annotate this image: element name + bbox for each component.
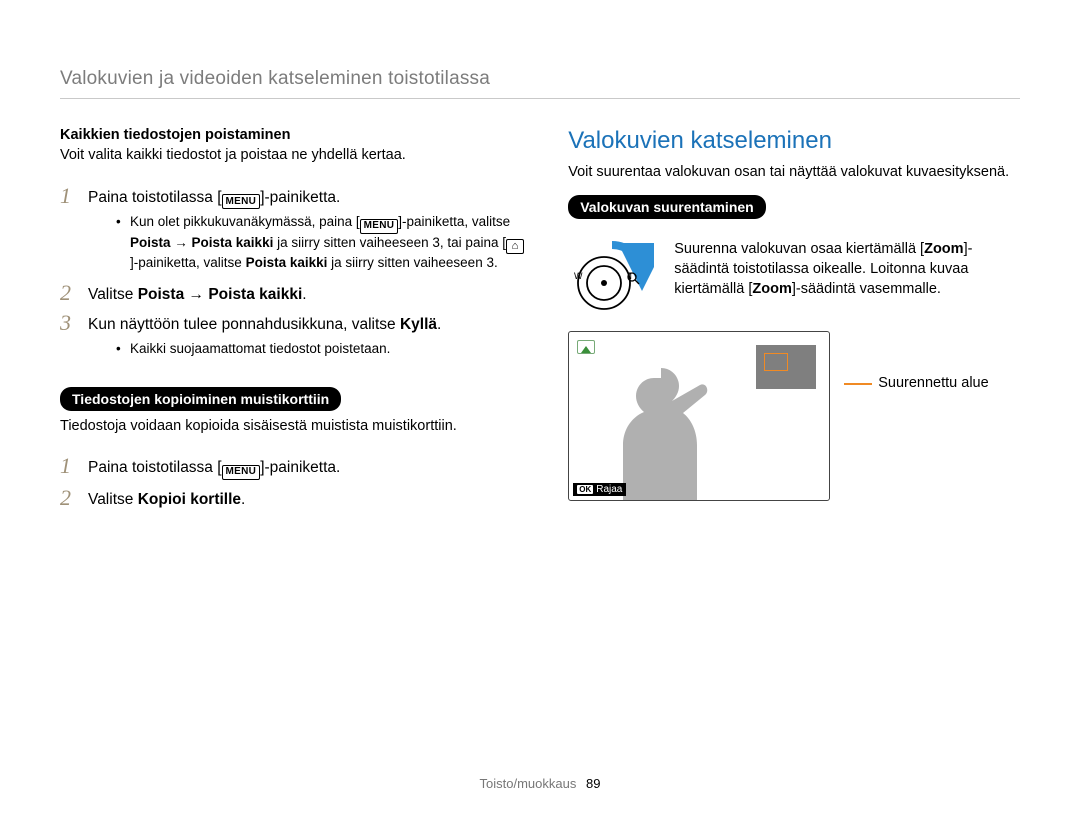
copy-body: Tiedostoja voidaan kopioida sisäisestä m… [60,417,530,437]
home-icon: ⌂ [506,239,524,254]
step-3-text: Kun näyttöön tulee ponnahdusikkuna, vali… [88,316,400,333]
section-intro: Voit suurentaa valokuvan osan tai näyttä… [568,163,1020,183]
copy-step-2-text: Valitse [88,491,138,508]
crop-label: OK Rajaa [573,483,626,496]
section-title: Valokuvien katseleminen [568,127,1020,155]
step-number: 2 [60,486,78,511]
bullet-text: ]-painiketta, valitse [398,214,510,229]
step-1: 1 Paina toistotilassa [MENU]-painiketta.… [60,184,530,275]
page-header: Valokuvien ja videoiden katseleminen toi… [60,68,1020,99]
delete-all-body: Voit valita kaikki tiedostot ja poistaa … [60,146,530,166]
delete-all-heading: Kaikkien tiedostojen poistaminen [60,127,530,143]
bullet-text: ]-painiketta, valitse [130,255,246,270]
enlarged-area-callout: Suurennettu alue [844,375,988,391]
step-1-text-b: ]-painiketta. [260,189,340,206]
menu-icon: MENU [222,194,261,209]
copy-pill: Tiedostojen kopioiminen muistikorttiin [60,387,341,411]
menu-icon: MENU [360,219,399,234]
dial-w-label: W [574,271,583,281]
step-2-bold: Poista kaikki [208,286,302,303]
zoom-pill: Valokuvan suurentaminen [568,195,766,219]
copy-step-1-text: ]-painiketta. [260,459,340,476]
step-number: 1 [60,454,78,480]
step-2-text: Valitse [88,286,138,303]
right-column: Valokuvien katseleminen Voit suurentaa v… [568,127,1020,537]
bullet-text: ja siirry sitten vaiheeseen 3, tai paina… [273,235,506,250]
page-footer: Toisto/muokkaus 89 [0,776,1080,791]
step-2-bold: Poista [138,286,185,303]
step-2-text: . [302,286,306,303]
crop-text: Rajaa [596,484,622,495]
copy-step-1: 1 Paina toistotilassa [MENU]-painiketta. [60,454,530,480]
mini-map [755,344,817,390]
bullet-text: Kun olet pikkukuvanäkymässä, paina [ [130,214,360,229]
copy-step-2-bold: Kopioi kortille [138,491,241,508]
step-number: 3 [60,311,78,361]
menu-icon: MENU [222,465,261,480]
step-number: 2 [60,281,78,306]
step-2: 2 Valitse Poista → Poista kaikki. [60,281,530,306]
bullet-text: ja siirry sitten vaiheeseen 3. [327,255,497,270]
left-column: Kaikkien tiedostojen poistaminen Voit va… [60,127,530,537]
silhouette-icon [591,350,741,500]
step-3-bullet: • Kaikki suojaamattomat tiedostot poiste… [116,340,441,359]
bullet-text: → [171,235,192,250]
bullet-text: Kaikki suojaamattomat tiedostot poisteta… [130,340,390,359]
bullet-bold: Poista kaikki [192,235,274,250]
dial-text-part: ]-säädintä vasemmalle. [792,281,941,297]
step-3-bold: Kyllä [400,316,437,333]
step-3: 3 Kun näyttöön tulee ponnahdusikkuna, va… [60,311,530,361]
dial-bold: Zoom [924,241,963,257]
step-3-text: . [437,316,441,333]
copy-step-2-text: . [241,491,245,508]
footer-section: Toisto/muokkaus [480,776,577,791]
footer-page-number: 89 [586,776,600,791]
enlarged-area-label: Suurennettu alue [878,375,988,391]
copy-step-2: 2 Valitse Kopioi kortille. [60,486,530,511]
step-1-text-a: Paina toistotilassa [ [88,189,222,206]
dial-text: Suurenna valokuvan osaa kiertämällä [Zoo… [674,239,1020,300]
step-2-text: → [184,286,208,303]
leader-line [844,383,872,385]
step-1-bullet: • Kun olet pikkukuvanäkymässä, paina [ME… [116,213,530,273]
preview-screen: OK Rajaa [568,331,830,501]
ok-icon: OK [577,485,593,494]
bullet-bold: Poista [130,235,171,250]
step-number: 1 [60,184,78,275]
dial-bold: Zoom [752,281,791,297]
bullet-bold: Poista kaikki [246,255,328,270]
dial-text-part: Suurenna valokuvan osaa kiertämällä [ [674,241,924,257]
zoom-dial-icon: W T [568,239,654,315]
copy-step-1-text: Paina toistotilassa [ [88,459,222,476]
